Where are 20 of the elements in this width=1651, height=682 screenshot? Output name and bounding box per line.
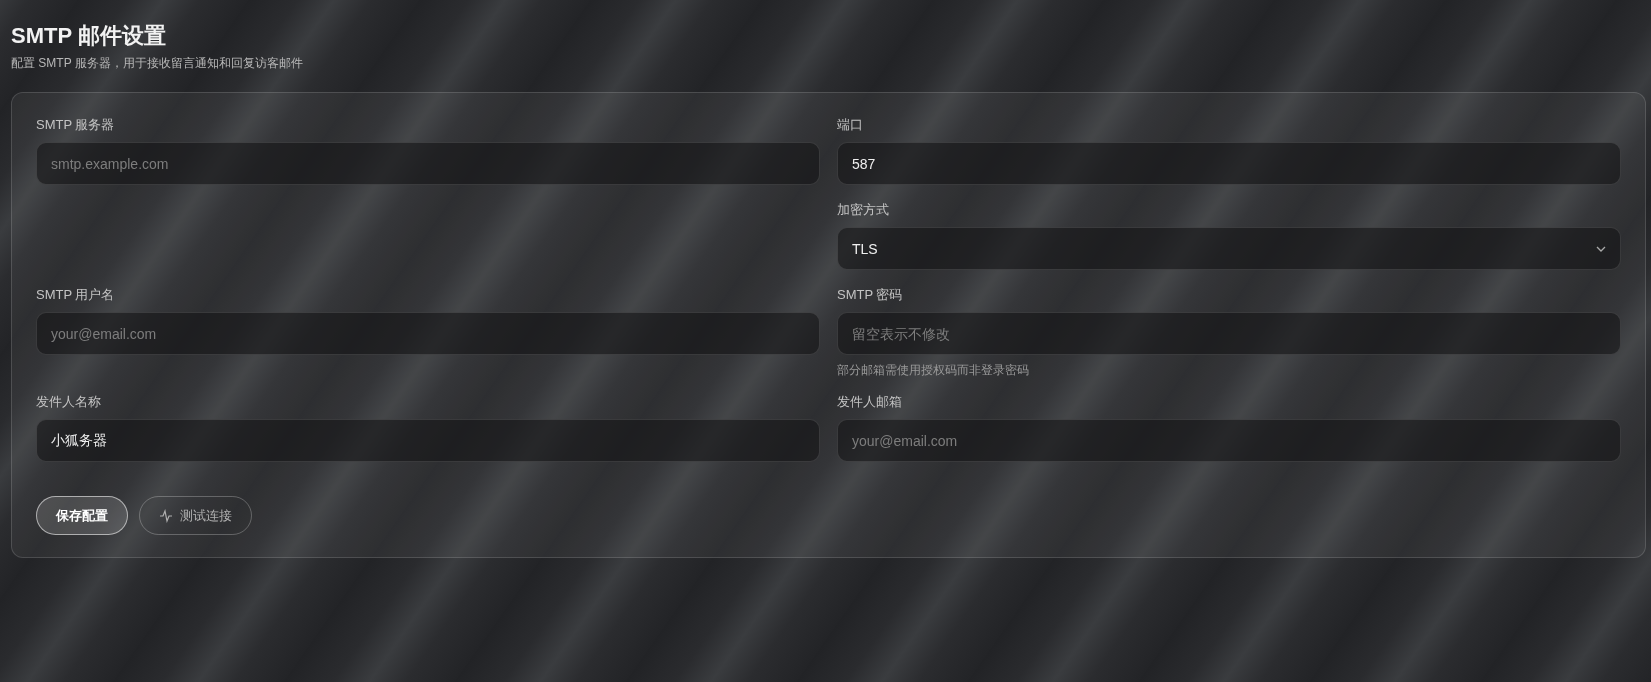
page-title: SMTP 邮件设置 — [11, 22, 167, 50]
field-label: 发件人邮箱 — [837, 394, 903, 410]
input-field[interactable]: 留空表示不修改 — [837, 312, 1621, 355]
page-subtitle: 配置 SMTP 服务器，用于接收留言通知和回复访客邮件 — [11, 55, 304, 71]
input-field[interactable]: your@email.com — [837, 419, 1621, 462]
field-label: SMTP 密码 — [837, 287, 904, 303]
pulse-icon — [159, 508, 173, 523]
field-hint: 部分邮箱需使用授权码而非登录密码 — [837, 363, 1030, 377]
field-label: 端口 — [837, 117, 864, 133]
input-field[interactable]: 587 — [837, 142, 1621, 185]
input-field[interactable]: 小狐务器 — [36, 419, 820, 462]
chevron-down-icon — [1596, 245, 1606, 252]
field-label: SMTP 用户名 — [36, 287, 116, 303]
field-label: 发件人名称 — [36, 394, 102, 410]
field-label: 加密方式 — [837, 202, 890, 218]
select-field[interactable]: TLS — [837, 227, 1621, 270]
input-field[interactable]: smtp.example.com — [36, 142, 820, 185]
save-button[interactable]: 保存配置 — [36, 496, 128, 535]
field-label: SMTP 服务器 — [36, 117, 116, 133]
input-field[interactable]: your@email.com — [36, 312, 820, 355]
